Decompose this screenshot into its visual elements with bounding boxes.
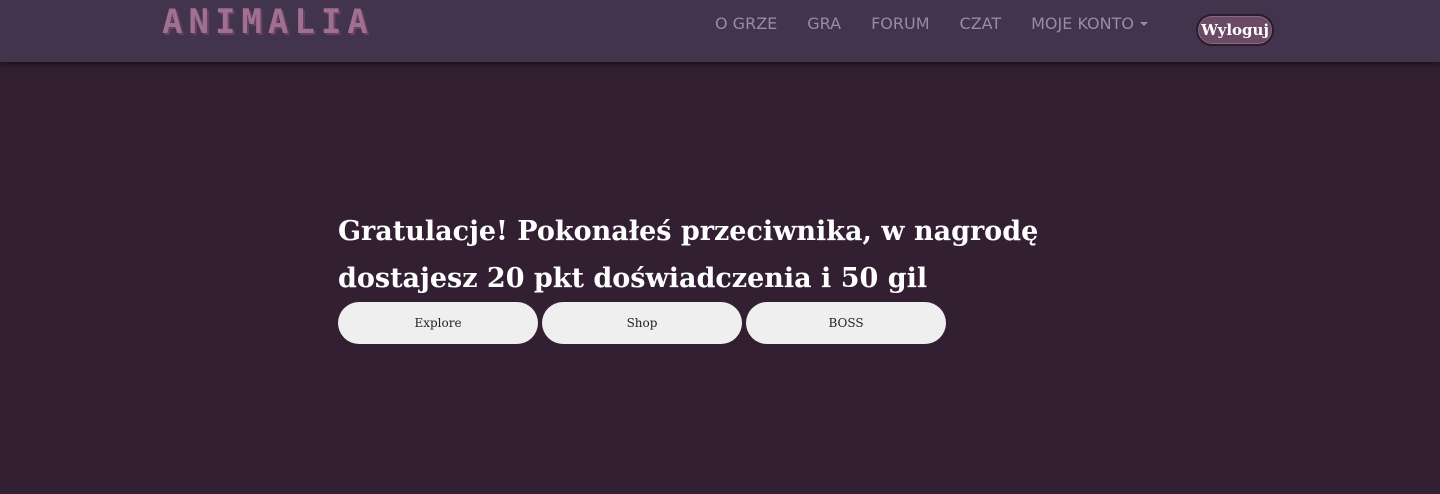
top-navbar: ANIMALIA O GRZE GRA FORUM CZAT MOJE KONT…	[0, 0, 1440, 62]
nav-dropdown-moje-konto[interactable]: MOJE KONTO	[1031, 14, 1148, 33]
logout-button[interactable]: Wyloguj	[1196, 14, 1274, 46]
nav-dropdown-label: MOJE KONTO	[1031, 13, 1134, 33]
boss-button[interactable]: BOSS	[746, 302, 946, 344]
explore-button[interactable]: Explore	[338, 302, 538, 344]
nav-link-gra[interactable]: GRA	[807, 14, 841, 33]
nav-link-forum[interactable]: FORUM	[871, 14, 929, 33]
main-nav: O GRZE GRA FORUM CZAT MOJE KONTO	[700, 0, 1163, 46]
shop-button[interactable]: Shop	[542, 302, 742, 344]
nav-link-czat[interactable]: CZAT	[960, 14, 1002, 33]
nav-link-o-grze[interactable]: O GRZE	[715, 14, 777, 33]
animalia-logo[interactable]: ANIMALIA	[162, 4, 374, 40]
action-buttons: Explore Shop BOSS	[338, 302, 950, 344]
battle-result-message: Gratulacje! Pokonałeś przeciwnika, w nag…	[338, 216, 1039, 294]
caret-down-icon	[1139, 22, 1148, 26]
